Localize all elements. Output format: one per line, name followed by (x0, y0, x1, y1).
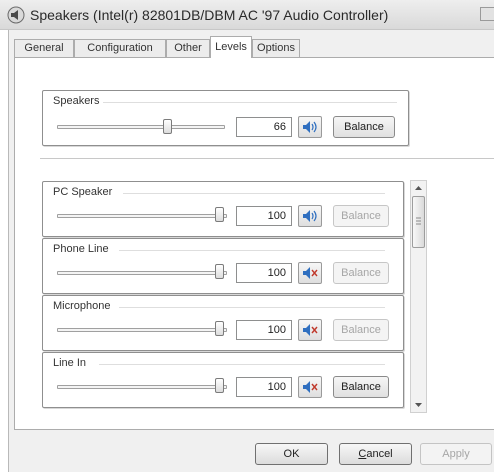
volume-value-field[interactable]: 100 (236, 206, 292, 226)
mute-toggle-button[interactable] (298, 319, 322, 341)
volume-value-field[interactable]: 66 (236, 117, 292, 137)
window-title: Speakers (Intel(r) 82801DB/DBM AC '97 Au… (30, 7, 389, 23)
group-label: Phone Line (53, 243, 112, 255)
group-label: PC Speaker (53, 186, 116, 198)
volume-slider-thumb[interactable] (163, 119, 172, 134)
speaker-muted-icon (303, 267, 318, 279)
master-speakers-group: Speakers 66 Balance (42, 90, 409, 146)
title-bar: Speakers (Intel(r) 82801DB/DBM AC '97 Au… (0, 0, 494, 30)
group-label: Microphone (53, 300, 114, 312)
apply-button[interactable]: Apply (420, 443, 492, 465)
section-separator (40, 158, 494, 159)
volume-slider-track[interactable] (57, 385, 227, 389)
tab-other[interactable]: Other (166, 39, 210, 57)
channel-phone-line-group: Phone Line 100 Balance (42, 238, 404, 294)
channel-pc-speaker-group: PC Speaker 100 Balance (42, 181, 404, 237)
volume-slider-track[interactable] (57, 271, 227, 275)
speaker-volume-icon (303, 210, 317, 222)
mute-toggle-button[interactable] (298, 205, 322, 227)
speaker-icon (7, 6, 25, 24)
volume-slider-thumb[interactable] (215, 207, 224, 222)
balance-button[interactable]: Balance (333, 319, 389, 341)
balance-button[interactable]: Balance (333, 376, 389, 398)
group-divider (103, 102, 397, 103)
group-label: Speakers (53, 95, 103, 107)
speaker-volume-icon (303, 121, 317, 133)
close-button[interactable] (480, 7, 494, 21)
balance-button[interactable]: Balance (333, 262, 389, 284)
group-divider (123, 193, 385, 194)
mute-toggle-button[interactable] (298, 116, 322, 138)
group-label: Line In (53, 357, 90, 369)
channels-scrollbar[interactable] (410, 180, 427, 413)
ok-button[interactable]: OK (255, 443, 328, 465)
balance-button[interactable]: Balance (333, 116, 395, 138)
mute-toggle-button[interactable] (298, 262, 322, 284)
speaker-muted-icon (303, 324, 318, 336)
grip-icon (416, 217, 421, 225)
group-divider (119, 250, 385, 251)
volume-value-field[interactable]: 100 (236, 320, 292, 340)
tab-options[interactable]: Options (252, 39, 300, 57)
volume-slider-thumb[interactable] (215, 378, 224, 393)
volume-slider-thumb[interactable] (215, 264, 224, 279)
chevron-down-icon[interactable] (411, 397, 426, 412)
tab-configuration[interactable]: Configuration (74, 39, 166, 57)
volume-value-field[interactable]: 100 (236, 377, 292, 397)
volume-slider-thumb[interactable] (215, 321, 224, 336)
speaker-muted-icon (303, 381, 318, 393)
tab-levels[interactable]: Levels (210, 36, 252, 58)
volume-slider-track[interactable] (57, 328, 227, 332)
mute-toggle-button[interactable] (298, 376, 322, 398)
volume-slider-track[interactable] (57, 214, 227, 218)
tab-general[interactable]: General (14, 39, 74, 57)
cancel-button[interactable]: Cancel (339, 443, 412, 465)
volume-slider-track[interactable] (57, 125, 225, 129)
channel-microphone-group: Microphone 100 Balance (42, 295, 404, 351)
chevron-up-icon[interactable] (411, 181, 426, 196)
balance-button[interactable]: Balance (333, 205, 389, 227)
channel-line-in-group: Line In 100 Balance (42, 352, 404, 408)
volume-value-field[interactable]: 100 (236, 263, 292, 283)
group-divider (99, 364, 385, 365)
group-divider (119, 307, 385, 308)
scrollbar-thumb[interactable] (412, 196, 425, 248)
